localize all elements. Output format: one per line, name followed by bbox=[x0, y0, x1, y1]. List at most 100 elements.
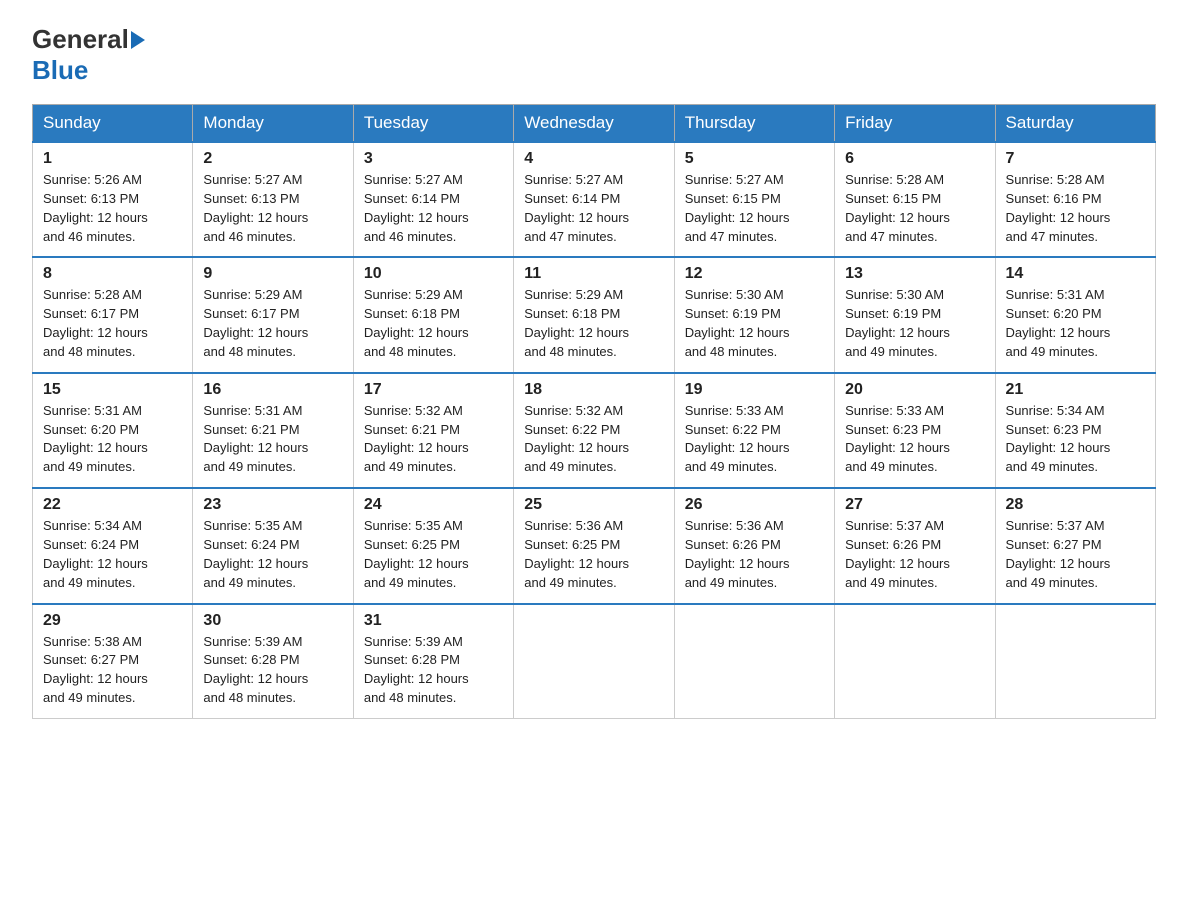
day-number: 5 bbox=[685, 150, 824, 168]
calendar-cell: 1 Sunrise: 5:26 AMSunset: 6:13 PMDaylight… bbox=[33, 142, 193, 257]
calendar-cell: 8 Sunrise: 5:28 AMSunset: 6:17 PMDaylight… bbox=[33, 257, 193, 372]
day-info: Sunrise: 5:33 AMSunset: 6:23 PMDaylight:… bbox=[845, 402, 984, 477]
calendar-cell: 5 Sunrise: 5:27 AMSunset: 6:15 PMDaylight… bbox=[674, 142, 834, 257]
day-info: Sunrise: 5:35 AMSunset: 6:24 PMDaylight:… bbox=[203, 517, 342, 592]
calendar-cell bbox=[674, 604, 834, 719]
calendar-cell: 16 Sunrise: 5:31 AMSunset: 6:21 PMDayligh… bbox=[193, 373, 353, 488]
day-info: Sunrise: 5:35 AMSunset: 6:25 PMDaylight:… bbox=[364, 517, 503, 592]
day-number: 12 bbox=[685, 265, 824, 283]
calendar-week-row: 15 Sunrise: 5:31 AMSunset: 6:20 PMDayligh… bbox=[33, 373, 1156, 488]
weekday-header-saturday: Saturday bbox=[995, 105, 1155, 143]
calendar-cell: 7 Sunrise: 5:28 AMSunset: 6:16 PMDaylight… bbox=[995, 142, 1155, 257]
weekday-header-thursday: Thursday bbox=[674, 105, 834, 143]
day-info: Sunrise: 5:27 AMSunset: 6:15 PMDaylight:… bbox=[685, 171, 824, 246]
calendar-week-row: 8 Sunrise: 5:28 AMSunset: 6:17 PMDaylight… bbox=[33, 257, 1156, 372]
calendar-cell bbox=[514, 604, 674, 719]
day-number: 8 bbox=[43, 265, 182, 283]
calendar-cell: 27 Sunrise: 5:37 AMSunset: 6:26 PMDayligh… bbox=[835, 488, 995, 603]
day-number: 3 bbox=[364, 150, 503, 168]
logo-arrow-icon bbox=[131, 31, 145, 49]
page-header: General Blue bbox=[32, 24, 1156, 86]
day-number: 31 bbox=[364, 612, 503, 630]
calendar-week-row: 1 Sunrise: 5:26 AMSunset: 6:13 PMDaylight… bbox=[33, 142, 1156, 257]
weekday-header-sunday: Sunday bbox=[33, 105, 193, 143]
weekday-header-row: SundayMondayTuesdayWednesdayThursdayFrid… bbox=[33, 105, 1156, 143]
calendar-cell: 17 Sunrise: 5:32 AMSunset: 6:21 PMDayligh… bbox=[353, 373, 513, 488]
day-info: Sunrise: 5:29 AMSunset: 6:17 PMDaylight:… bbox=[203, 286, 342, 361]
day-info: Sunrise: 5:31 AMSunset: 6:20 PMDaylight:… bbox=[1006, 286, 1145, 361]
day-number: 30 bbox=[203, 612, 342, 630]
calendar-week-row: 29 Sunrise: 5:38 AMSunset: 6:27 PMDayligh… bbox=[33, 604, 1156, 719]
calendar-cell: 23 Sunrise: 5:35 AMSunset: 6:24 PMDayligh… bbox=[193, 488, 353, 603]
calendar-cell bbox=[835, 604, 995, 719]
day-number: 14 bbox=[1006, 265, 1145, 283]
calendar-cell: 10 Sunrise: 5:29 AMSunset: 6:18 PMDayligh… bbox=[353, 257, 513, 372]
day-number: 4 bbox=[524, 150, 663, 168]
day-info: Sunrise: 5:26 AMSunset: 6:13 PMDaylight:… bbox=[43, 171, 182, 246]
weekday-header-tuesday: Tuesday bbox=[353, 105, 513, 143]
day-info: Sunrise: 5:28 AMSunset: 6:16 PMDaylight:… bbox=[1006, 171, 1145, 246]
calendar-cell: 25 Sunrise: 5:36 AMSunset: 6:25 PMDayligh… bbox=[514, 488, 674, 603]
day-info: Sunrise: 5:27 AMSunset: 6:13 PMDaylight:… bbox=[203, 171, 342, 246]
day-info: Sunrise: 5:29 AMSunset: 6:18 PMDaylight:… bbox=[524, 286, 663, 361]
day-number: 23 bbox=[203, 496, 342, 514]
calendar-cell: 14 Sunrise: 5:31 AMSunset: 6:20 PMDayligh… bbox=[995, 257, 1155, 372]
day-info: Sunrise: 5:37 AMSunset: 6:26 PMDaylight:… bbox=[845, 517, 984, 592]
day-number: 15 bbox=[43, 381, 182, 399]
day-info: Sunrise: 5:34 AMSunset: 6:24 PMDaylight:… bbox=[43, 517, 182, 592]
calendar-cell: 22Sunrise: 5:34 AMSunset: 6:24 PMDayligh… bbox=[33, 488, 193, 603]
calendar-cell: 3Sunrise: 5:27 AMSunset: 6:14 PMDaylight… bbox=[353, 142, 513, 257]
day-info: Sunrise: 5:39 AMSunset: 6:28 PMDaylight:… bbox=[364, 633, 503, 708]
day-number: 13 bbox=[845, 265, 984, 283]
day-info: Sunrise: 5:31 AMSunset: 6:20 PMDaylight:… bbox=[43, 402, 182, 477]
calendar-cell: 30Sunrise: 5:39 AMSunset: 6:28 PMDayligh… bbox=[193, 604, 353, 719]
day-number: 1 bbox=[43, 150, 182, 168]
day-number: 24 bbox=[364, 496, 503, 514]
day-info: Sunrise: 5:34 AMSunset: 6:23 PMDaylight:… bbox=[1006, 402, 1145, 477]
day-info: Sunrise: 5:30 AMSunset: 6:19 PMDaylight:… bbox=[845, 286, 984, 361]
calendar-cell: 29 Sunrise: 5:38 AMSunset: 6:27 PMDayligh… bbox=[33, 604, 193, 719]
calendar-cell: 11 Sunrise: 5:29 AMSunset: 6:18 PMDayligh… bbox=[514, 257, 674, 372]
logo-blue-text: Blue bbox=[32, 55, 88, 86]
calendar-cell: 19Sunrise: 5:33 AMSunset: 6:22 PMDayligh… bbox=[674, 373, 834, 488]
calendar-cell: 20Sunrise: 5:33 AMSunset: 6:23 PMDayligh… bbox=[835, 373, 995, 488]
day-number: 7 bbox=[1006, 150, 1145, 168]
logo-general-text: General bbox=[32, 24, 129, 55]
calendar-cell: 28 Sunrise: 5:37 AMSunset: 6:27 PMDayligh… bbox=[995, 488, 1155, 603]
calendar-table: SundayMondayTuesdayWednesdayThursdayFrid… bbox=[32, 104, 1156, 719]
day-info: Sunrise: 5:36 AMSunset: 6:25 PMDaylight:… bbox=[524, 517, 663, 592]
calendar-cell bbox=[995, 604, 1155, 719]
day-info: Sunrise: 5:32 AMSunset: 6:21 PMDaylight:… bbox=[364, 402, 503, 477]
day-number: 26 bbox=[685, 496, 824, 514]
day-number: 11 bbox=[524, 265, 663, 283]
day-info: Sunrise: 5:31 AMSunset: 6:21 PMDaylight:… bbox=[203, 402, 342, 477]
day-number: 10 bbox=[364, 265, 503, 283]
day-info: Sunrise: 5:27 AMSunset: 6:14 PMDaylight:… bbox=[524, 171, 663, 246]
day-number: 9 bbox=[203, 265, 342, 283]
day-number: 6 bbox=[845, 150, 984, 168]
day-number: 16 bbox=[203, 381, 342, 399]
day-info: Sunrise: 5:37 AMSunset: 6:27 PMDaylight:… bbox=[1006, 517, 1145, 592]
day-number: 21 bbox=[1006, 381, 1145, 399]
calendar-cell: 21 Sunrise: 5:34 AMSunset: 6:23 PMDayligh… bbox=[995, 373, 1155, 488]
day-number: 29 bbox=[43, 612, 182, 630]
day-number: 18 bbox=[524, 381, 663, 399]
day-info: Sunrise: 5:36 AMSunset: 6:26 PMDaylight:… bbox=[685, 517, 824, 592]
calendar-cell: 18Sunrise: 5:32 AMSunset: 6:22 PMDayligh… bbox=[514, 373, 674, 488]
day-number: 17 bbox=[364, 381, 503, 399]
calendar-cell: 6 Sunrise: 5:28 AMSunset: 6:15 PMDaylight… bbox=[835, 142, 995, 257]
day-info: Sunrise: 5:29 AMSunset: 6:18 PMDaylight:… bbox=[364, 286, 503, 361]
day-number: 19 bbox=[685, 381, 824, 399]
day-info: Sunrise: 5:28 AMSunset: 6:15 PMDaylight:… bbox=[845, 171, 984, 246]
day-number: 28 bbox=[1006, 496, 1145, 514]
calendar-cell: 4 Sunrise: 5:27 AMSunset: 6:14 PMDaylight… bbox=[514, 142, 674, 257]
day-number: 2 bbox=[203, 150, 342, 168]
calendar-cell: 13 Sunrise: 5:30 AMSunset: 6:19 PMDayligh… bbox=[835, 257, 995, 372]
day-number: 25 bbox=[524, 496, 663, 514]
day-info: Sunrise: 5:28 AMSunset: 6:17 PMDaylight:… bbox=[43, 286, 182, 361]
day-info: Sunrise: 5:38 AMSunset: 6:27 PMDaylight:… bbox=[43, 633, 182, 708]
day-number: 27 bbox=[845, 496, 984, 514]
calendar-cell: 26 Sunrise: 5:36 AMSunset: 6:26 PMDayligh… bbox=[674, 488, 834, 603]
calendar-cell: 2 Sunrise: 5:27 AMSunset: 6:13 PMDaylight… bbox=[193, 142, 353, 257]
calendar-cell: 24 Sunrise: 5:35 AMSunset: 6:25 PMDayligh… bbox=[353, 488, 513, 603]
